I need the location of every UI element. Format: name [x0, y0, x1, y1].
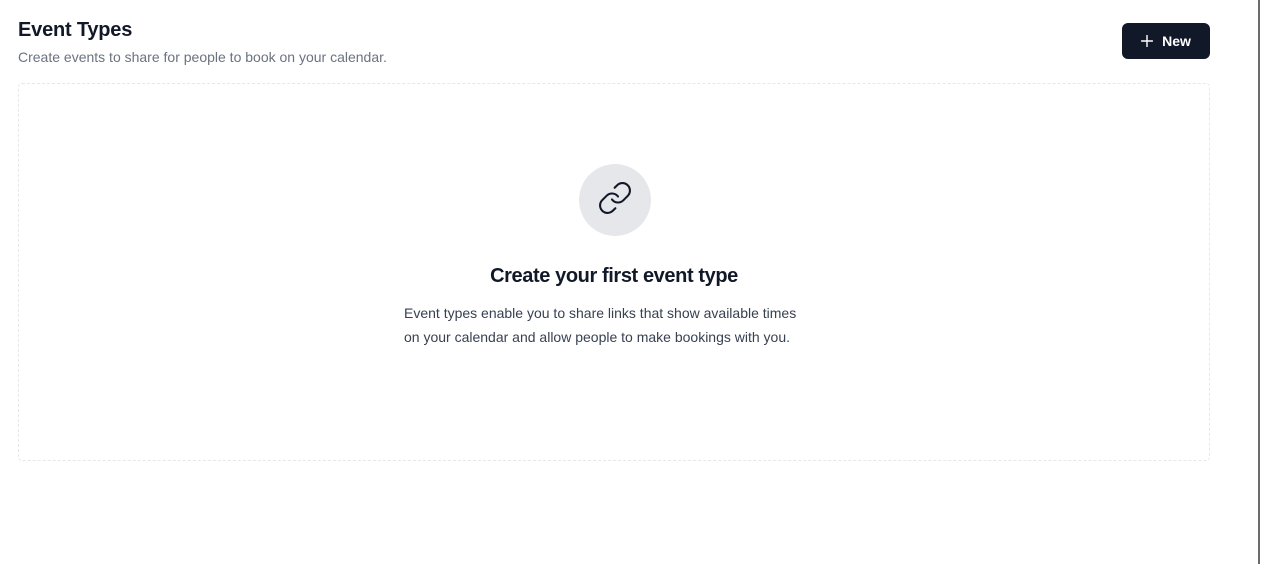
page-header: Event Types Create events to share for p…	[18, 18, 1210, 68]
empty-state-description-line-2: on your calendar and allow people to mak…	[404, 329, 791, 345]
empty-state-description-line-1: Event types enable you to share links th…	[404, 305, 797, 321]
empty-state-title: Create your first event type	[490, 265, 738, 287]
event-types-page: Event Types Create events to share for p…	[0, 0, 1265, 564]
empty-state-panel: Create your first event type Event types…	[18, 83, 1210, 461]
empty-state-icon-circle	[579, 164, 651, 236]
link-icon	[597, 180, 633, 221]
plus-icon	[1141, 35, 1154, 47]
page-subtitle: Create events to share for people to boo…	[18, 49, 387, 65]
empty-state-description: Event types enable you to share links th…	[404, 301, 844, 349]
new-button-label: New	[1162, 33, 1191, 49]
page-title: Event Types	[18, 19, 133, 41]
new-event-type-button[interactable]: New	[1122, 23, 1210, 59]
window-edge-divider	[1258, 0, 1265, 564]
